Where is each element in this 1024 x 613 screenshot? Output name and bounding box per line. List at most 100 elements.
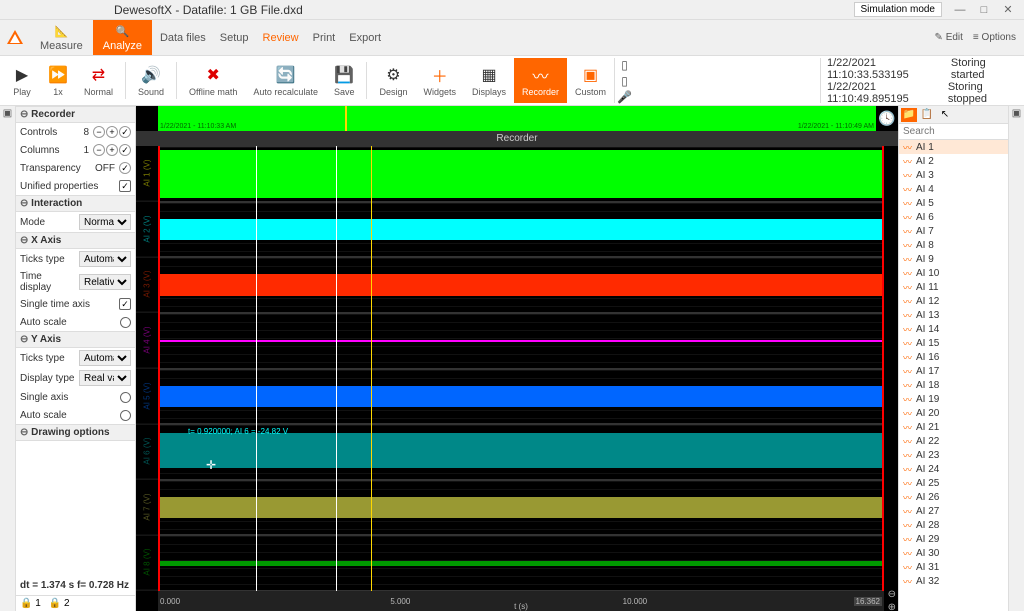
offline-math-button[interactable]: ✖Offline math bbox=[181, 58, 245, 103]
auto-recalc-button[interactable]: 🔄Auto recalculate bbox=[245, 58, 326, 103]
singletime-checkbox[interactable]: ✓ bbox=[119, 298, 131, 310]
recorder-area[interactable]: AI 1 (V)AI 2 (V)AI 3 (V)AI 4 (V)AI 5 (V)… bbox=[136, 146, 898, 611]
widgets-button[interactable]: ＋Widgets bbox=[415, 58, 464, 103]
submenu-item-review[interactable]: Review bbox=[263, 32, 299, 44]
submenu-item-data-files[interactable]: Data files bbox=[160, 32, 206, 44]
x-axis[interactable]: 0.000 5.000 10.000 16.362 t (s) ⊖ ⊕ bbox=[158, 591, 884, 611]
analyze-tab[interactable]: 🔍 Analyze bbox=[93, 20, 152, 55]
channel-item-ai-29[interactable]: 〰AI 29 bbox=[899, 532, 1008, 546]
track-7[interactable] bbox=[158, 480, 884, 536]
channel-item-ai-2[interactable]: 〰AI 2 bbox=[899, 154, 1008, 168]
channel-item-ai-3[interactable]: 〰AI 3 bbox=[899, 168, 1008, 182]
tickstype-select[interactable]: Automatic bbox=[79, 251, 131, 267]
transparency-toggle[interactable]: ✓ bbox=[119, 162, 131, 174]
crosshair-icon[interactable]: ✛ bbox=[206, 458, 216, 472]
section-yaxis[interactable]: Y Axis bbox=[16, 331, 135, 348]
save-button[interactable]: 💾Save bbox=[326, 58, 363, 103]
channel-item-ai-30[interactable]: 〰AI 30 bbox=[899, 546, 1008, 560]
submenu-item-print[interactable]: Print bbox=[313, 32, 336, 44]
zoom-out-icon[interactable]: ⊖ bbox=[888, 589, 896, 600]
recorder-button[interactable]: 〰Recorder bbox=[514, 58, 567, 103]
close-button[interactable]: ✕ bbox=[996, 2, 1020, 18]
section-drawing[interactable]: Drawing options bbox=[16, 424, 135, 441]
track-6[interactable]: t= 0.920000; AI 6 = -24.82 V✛ bbox=[158, 424, 884, 480]
search-input[interactable] bbox=[899, 124, 1024, 139]
autoscalex-radio[interactable] bbox=[120, 317, 131, 328]
marker-a-icon[interactable]: ▯ bbox=[621, 58, 628, 72]
channel-item-ai-5[interactable]: 〰AI 5 bbox=[899, 196, 1008, 210]
cursor-1[interactable] bbox=[256, 146, 257, 591]
tickstypey-select[interactable]: Automatic bbox=[79, 350, 131, 366]
channel-item-ai-25[interactable]: 〰AI 25 bbox=[899, 476, 1008, 490]
track-1[interactable] bbox=[158, 146, 884, 202]
unified-checkbox[interactable]: ✓ bbox=[119, 180, 131, 192]
track-4[interactable] bbox=[158, 313, 884, 369]
submenu-item-setup[interactable]: Setup bbox=[220, 32, 249, 44]
columns-check[interactable]: ✓ bbox=[119, 144, 131, 156]
singleaxis-radio[interactable] bbox=[120, 392, 131, 403]
speed-button[interactable]: ⏩1x bbox=[40, 58, 76, 103]
channel-item-ai-16[interactable]: 〰AI 16 bbox=[899, 350, 1008, 364]
channel-item-ai-24[interactable]: 〰AI 24 bbox=[899, 462, 1008, 476]
channel-item-ai-12[interactable]: 〰AI 12 bbox=[899, 294, 1008, 308]
displays-button[interactable]: ▦Displays bbox=[464, 58, 514, 103]
overview-cursor[interactable] bbox=[345, 106, 347, 131]
measure-tab[interactable]: 📐 Measure bbox=[30, 20, 93, 55]
channel-item-ai-26[interactable]: 〰AI 26 bbox=[899, 490, 1008, 504]
lock-1[interactable]: 🔒 1 bbox=[20, 598, 41, 609]
left-panel-toggle-icon[interactable]: ▣ bbox=[3, 108, 12, 119]
lock-2[interactable]: 🔒 2 bbox=[49, 598, 70, 609]
channel-item-ai-28[interactable]: 〰AI 28 bbox=[899, 518, 1008, 532]
submenu-item-export[interactable]: Export bbox=[349, 32, 381, 44]
channel-item-ai-10[interactable]: 〰AI 10 bbox=[899, 266, 1008, 280]
channel-item-ai-6[interactable]: 〰AI 6 bbox=[899, 210, 1008, 224]
channel-folder-icon[interactable]: 📁 bbox=[901, 108, 917, 122]
mode-button[interactable]: ⇄Normal bbox=[76, 58, 121, 103]
displaytype-select[interactable]: Real value bbox=[79, 370, 131, 386]
sound-button[interactable]: 🔊Sound bbox=[130, 58, 172, 103]
channel-item-ai-13[interactable]: 〰AI 13 bbox=[899, 308, 1008, 322]
section-xaxis[interactable]: X Axis bbox=[16, 232, 135, 249]
channel-item-ai-8[interactable]: 〰AI 8 bbox=[899, 238, 1008, 252]
controls-minus[interactable]: − bbox=[93, 126, 105, 138]
channel-item-ai-7[interactable]: 〰AI 7 bbox=[899, 224, 1008, 238]
clock-icon[interactable]: 🕓 bbox=[876, 106, 898, 131]
track-2[interactable] bbox=[158, 202, 884, 258]
channel-item-ai-21[interactable]: 〰AI 21 bbox=[899, 420, 1008, 434]
channel-item-ai-19[interactable]: 〰AI 19 bbox=[899, 392, 1008, 406]
columns-plus[interactable]: + bbox=[106, 144, 118, 156]
cursor-2[interactable] bbox=[336, 146, 337, 591]
channel-item-ai-4[interactable]: 〰AI 4 bbox=[899, 182, 1008, 196]
play-button[interactable]: ▶Play bbox=[4, 58, 40, 103]
channel-item-ai-23[interactable]: 〰AI 23 bbox=[899, 448, 1008, 462]
design-button[interactable]: ⚙Design bbox=[371, 58, 415, 103]
controls-check[interactable]: ✓ bbox=[119, 126, 131, 138]
columns-minus[interactable]: − bbox=[93, 144, 105, 156]
overview-strip[interactable]: 1/22/2021 - 11:10:33 AM 1/22/2021 - 11:1… bbox=[136, 106, 898, 132]
channel-item-ai-22[interactable]: 〰AI 22 bbox=[899, 434, 1008, 448]
minimize-button[interactable]: — bbox=[948, 2, 972, 18]
edit-link[interactable]: ✎ Edit bbox=[935, 32, 963, 43]
section-interaction[interactable]: Interaction bbox=[16, 195, 135, 212]
custom-button[interactable]: ▣Custom bbox=[567, 58, 614, 103]
channel-item-ai-32[interactable]: 〰AI 32 bbox=[899, 574, 1008, 588]
channel-item-ai-31[interactable]: 〰AI 31 bbox=[899, 560, 1008, 574]
autoscaley-radio[interactable] bbox=[120, 410, 131, 421]
channel-item-ai-11[interactable]: 〰AI 11 bbox=[899, 280, 1008, 294]
channel-cursor-icon[interactable]: ↖ bbox=[937, 108, 953, 122]
channel-item-ai-20[interactable]: 〰AI 20 bbox=[899, 406, 1008, 420]
right-panel-toggle-icon[interactable]: ▣ bbox=[1012, 108, 1021, 119]
channel-item-ai-9[interactable]: 〰AI 9 bbox=[899, 252, 1008, 266]
marker-b-icon[interactable]: ▯ bbox=[621, 74, 628, 88]
mic-icon[interactable]: 🎤 bbox=[617, 90, 632, 104]
track-8[interactable] bbox=[158, 535, 884, 591]
channel-item-ai-15[interactable]: 〰AI 15 bbox=[899, 336, 1008, 350]
mode-select[interactable]: Normal bbox=[79, 214, 131, 230]
section-recorder[interactable]: Recorder bbox=[16, 106, 135, 123]
channel-item-ai-14[interactable]: 〰AI 14 bbox=[899, 322, 1008, 336]
channel-item-ai-17[interactable]: 〰AI 17 bbox=[899, 364, 1008, 378]
cursor-play[interactable] bbox=[371, 146, 372, 591]
controls-plus[interactable]: + bbox=[106, 126, 118, 138]
maximize-button[interactable]: □ bbox=[972, 2, 996, 18]
track-5[interactable] bbox=[158, 369, 884, 425]
